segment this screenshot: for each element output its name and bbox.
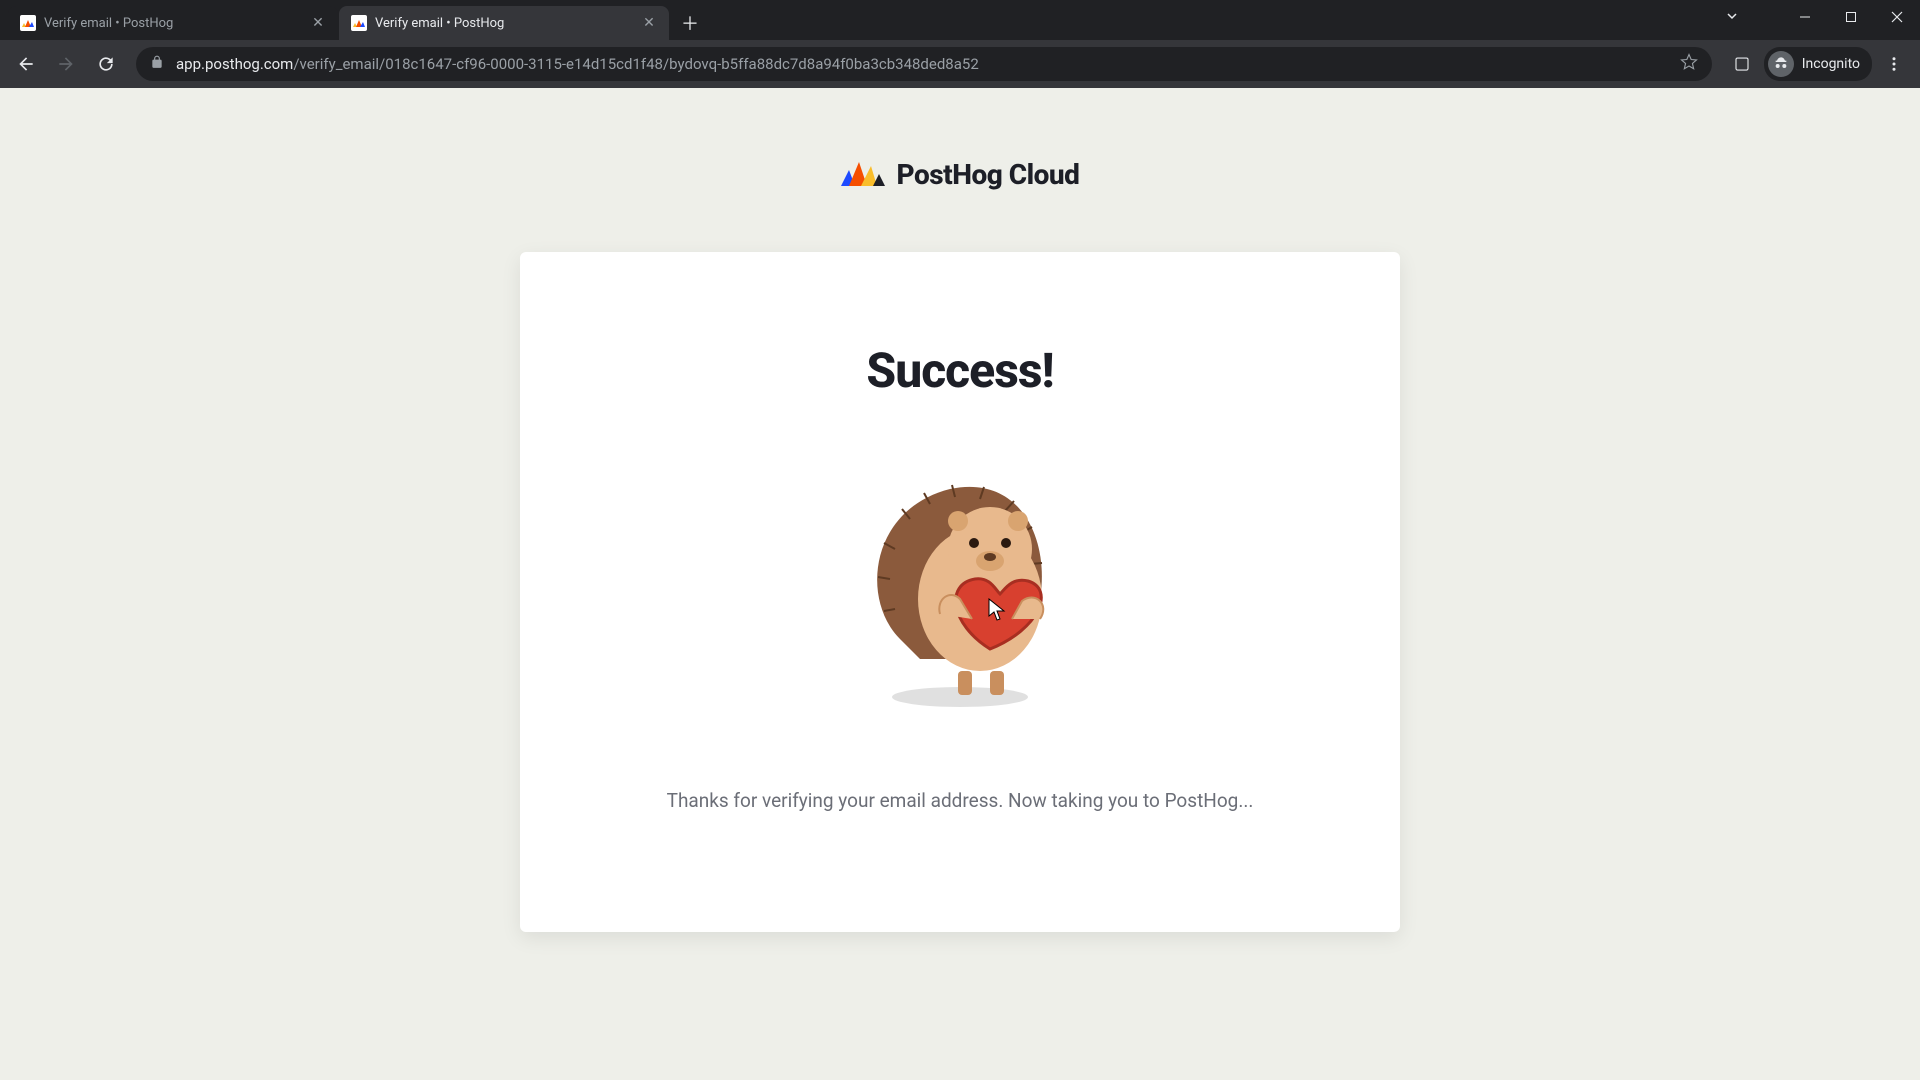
tab-title: Verify email • PostHog (44, 16, 302, 31)
star-icon[interactable] (1680, 53, 1698, 75)
success-heading: Success! (866, 342, 1053, 399)
extensions-button[interactable] (1724, 46, 1760, 82)
reload-button[interactable] (88, 46, 124, 82)
window-controls (1782, 0, 1920, 34)
browser-menu-button[interactable] (1876, 46, 1912, 82)
success-card: Success! (520, 252, 1400, 932)
browser-toolbar: app.posthog.com/verify_email/018c1647-cf… (0, 40, 1920, 88)
address-bar[interactable]: app.posthog.com/verify_email/018c1647-cf… (136, 47, 1712, 81)
close-window-button[interactable] (1874, 0, 1920, 34)
url-text: app.posthog.com/verify_email/018c1647-cf… (176, 55, 1668, 73)
success-message: Thanks for verifying your email address.… (667, 789, 1254, 812)
tab-title: Verify email • PostHog (375, 16, 633, 31)
tab-favicon-icon (351, 15, 367, 31)
minimize-button[interactable] (1782, 0, 1828, 34)
hedgehog-heart-illustration (840, 449, 1080, 709)
tab-favicon-icon (20, 15, 36, 31)
posthog-logo-icon (841, 156, 885, 192)
tab-strip: Verify email • PostHog ✕ Verify email • … (0, 0, 704, 40)
incognito-icon (1768, 51, 1794, 77)
brand-title: PostHog Cloud (897, 158, 1080, 191)
close-icon[interactable]: ✕ (641, 15, 657, 31)
browser-tab[interactable]: Verify email • PostHog ✕ (339, 6, 669, 40)
page-content: PostHog Cloud Success! (0, 88, 1920, 1080)
incognito-badge[interactable]: Incognito (1764, 47, 1872, 81)
browser-tab[interactable]: Verify email • PostHog ✕ (8, 6, 338, 40)
lock-icon (150, 55, 164, 73)
incognito-label: Incognito (1802, 56, 1860, 72)
maximize-button[interactable] (1828, 0, 1874, 34)
brand-header: PostHog Cloud (841, 156, 1080, 192)
forward-button[interactable] (48, 46, 84, 82)
close-icon[interactable]: ✕ (310, 15, 326, 31)
new-tab-button[interactable]: ＋ (676, 9, 704, 37)
browser-titlebar: Verify email • PostHog ✕ Verify email • … (0, 0, 1920, 40)
tab-search-button[interactable] (1724, 8, 1740, 28)
back-button[interactable] (8, 46, 44, 82)
